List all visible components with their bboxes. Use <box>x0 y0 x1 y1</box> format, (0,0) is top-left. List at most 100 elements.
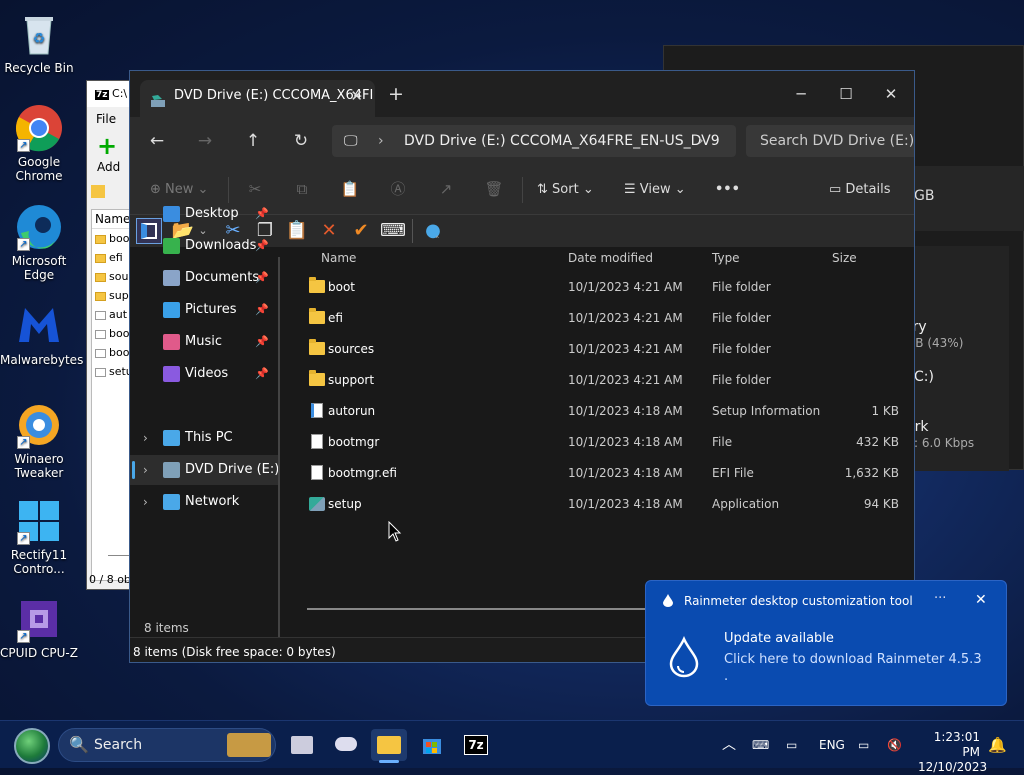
paste-icon[interactable]: 📋 <box>340 179 360 199</box>
back-arrow-icon[interactable]: ← <box>142 127 172 155</box>
7zip-item-label: sou <box>109 270 129 283</box>
volume-muted-icon[interactable]: 🔇 <box>887 721 902 769</box>
maximize-icon[interactable]: ☐ <box>831 79 861 109</box>
file-row[interactable]: support 10/1/2023 4:21 AM File folder <box>290 365 914 396</box>
column-header-size[interactable]: Size <box>832 250 857 266</box>
toast-more-button[interactable]: ··· <box>934 591 946 606</box>
share-icon[interactable]: ↗ <box>436 179 456 199</box>
desktop-icon-edge[interactable]: ↗ Microsoft Edge <box>0 203 78 282</box>
checkmark-icon[interactable]: ✔ <box>348 218 374 244</box>
file-type: Setup Information <box>712 404 821 418</box>
7zip-taskbar-icon[interactable]: 7z <box>458 729 494 761</box>
expand-chevron-icon[interactable]: › <box>143 423 148 453</box>
keyboard-tray-icon[interactable]: ⌨ <box>752 721 769 769</box>
close-window-icon[interactable]: ✕ <box>876 79 906 109</box>
file-date: 10/1/2023 4:21 AM <box>568 311 683 325</box>
close-tab-icon[interactable]: ✕ <box>350 80 363 112</box>
breadcrumb-chevron-icon[interactable]: › <box>698 125 704 157</box>
new-label: New <box>165 182 194 197</box>
column-header-type[interactable]: Type <box>712 250 740 266</box>
toast-body[interactable]: Click here to download Rainmeter 4.5.3 <box>724 652 982 667</box>
pin-icon: 📌 <box>255 271 269 284</box>
notification-bell-icon[interactable]: 🔔 <box>988 721 1007 769</box>
new-tab-icon[interactable]: + <box>388 83 404 105</box>
start-button-icon[interactable] <box>14 728 50 764</box>
explorer-titlebar[interactable]: DVD Drive (E:) CCCOMA_X64FI ✕ + ─ ☐ ✕ <box>130 71 914 117</box>
nav-item-label: Videos <box>185 366 229 381</box>
nav-item-pictures[interactable]: Pictures 📌 <box>130 295 278 325</box>
language-indicator[interactable]: ENG <box>819 721 845 769</box>
status-bar-text: 8 items (Disk free space: 0 bytes) <box>133 645 336 659</box>
nav-item-network[interactable]: › Network <box>130 487 278 517</box>
address-bar[interactable]: 🖵 › DVD Drive (E:) CCCOMA_X64FRE_EN-US_D… <box>332 125 736 157</box>
shortcut-arrow-icon: ↗ <box>17 532 30 545</box>
expand-chevron-icon[interactable]: › <box>143 455 148 485</box>
desktop-icon-cpuz[interactable]: ↗ CPUID CPU-Z <box>0 595 78 660</box>
nav-item-dvd-drive-e-c[interactable]: › DVD Drive (E:) C <box>130 455 278 485</box>
globe-icon[interactable]: ● <box>420 218 446 244</box>
delete-x-icon[interactable]: ✕ <box>316 218 342 244</box>
clipboard-icon[interactable]: 📋 <box>284 218 310 244</box>
horizontal-scrollbar[interactable] <box>307 608 647 610</box>
nav-item-music[interactable]: Music 📌 <box>130 327 278 357</box>
file-row[interactable]: bootmgr 10/1/2023 4:18 AM File 432 KB <box>290 427 914 458</box>
folder-icon <box>309 370 325 386</box>
file-row[interactable]: setup 10/1/2023 4:18 AM Application 94 KB <box>290 489 914 520</box>
column-header-name[interactable]: Name <box>321 250 356 266</box>
nav-item-this-pc[interactable]: › This PC <box>130 423 278 453</box>
details-button[interactable]: ▭ Details <box>829 178 891 202</box>
touch-keyboard-icon[interactable]: ▭ <box>786 721 797 769</box>
more-options-button[interactable]: ••• <box>715 178 740 202</box>
desktop-icon-recycle-bin[interactable]: ♻ Recycle Bin <box>0 10 78 75</box>
sort-button[interactable]: ⇅ Sort ⌄ <box>537 178 594 202</box>
desktop-icon-chrome[interactable]: ↗ Google Chrome <box>0 104 78 183</box>
cut-icon[interactable]: ✂ <box>245 179 265 199</box>
task-view-icon[interactable] <box>284 729 320 761</box>
up-arrow-icon[interactable]: ↑ <box>238 127 268 155</box>
desktop-icon-malwarebytes[interactable]: Malwarebytes <box>0 302 83 367</box>
clock[interactable]: 1:23:01 PM 12/10/2023 <box>918 721 987 774</box>
7zip-title: C:\ <box>112 87 128 100</box>
file-explorer-taskbar-icon[interactable] <box>371 729 407 763</box>
file-row[interactable]: bootmgr.efi 10/1/2023 4:18 AM EFI File 1,63… <box>290 458 914 489</box>
copy-icon[interactable]: ⧉ <box>292 179 312 199</box>
tray-chevron-up-icon[interactable]: ︿ <box>722 721 736 769</box>
rename-icon[interactable]: Ⓐ <box>388 179 408 199</box>
breadcrumb-dvd-drive[interactable]: DVD Drive (E:) CCCOMA_X64FRE_EN-US_DV9 <box>404 125 720 157</box>
keyboard-icon[interactable]: ⌨ <box>380 218 406 244</box>
file-row[interactable]: autorun 10/1/2023 4:18 AM Setup Informatio… <box>290 396 914 427</box>
cpu-z-icon: ↗ <box>15 595 63 643</box>
nav-item-downloads[interactable]: Downloads 📌 <box>130 231 278 261</box>
file-explorer-window[interactable]: DVD Drive (E:) CCCOMA_X64FI ✕ + ─ ☐ ✕ ← … <box>129 70 915 663</box>
delete-icon[interactable]: 🗑 <box>484 179 504 199</box>
widgets-icon[interactable] <box>328 729 364 761</box>
nav-scrollbar[interactable] <box>278 257 280 637</box>
breadcrumb-chevron-icon[interactable]: › <box>378 125 384 157</box>
documents-icon <box>163 270 180 286</box>
forward-arrow-icon[interactable]: → <box>190 127 220 155</box>
column-header-date[interactable]: Date modified <box>568 250 653 266</box>
toast-close-icon[interactable]: ✕ <box>975 592 987 608</box>
nav-item-videos[interactable]: Videos 📌 <box>130 359 278 389</box>
nav-item-desktop[interactable]: Desktop 📌 <box>130 199 278 229</box>
rainmeter-toast[interactable]: Rainmeter desktop customization tool ···… <box>645 580 1007 706</box>
desktop-icon-winaero[interactable]: ↗ Winaero Tweaker <box>0 401 78 480</box>
minimize-icon[interactable]: ─ <box>786 79 816 109</box>
refresh-icon[interactable]: ↻ <box>286 127 316 155</box>
folder-up-icon[interactable] <box>91 185 105 198</box>
nav-item-documents[interactable]: Documents 📌 <box>130 263 278 293</box>
search-input[interactable]: Search DVD Drive (E:) CCC <box>746 125 914 157</box>
view-button[interactable]: ☰ View ⌄ <box>624 178 686 202</box>
add-icon[interactable]: + <box>97 134 119 158</box>
desktop-icon-rectify11[interactable]: ↗ Rectify11 Contro... <box>0 497 78 576</box>
taskbar-search-box[interactable]: 🔍 Search <box>58 728 276 762</box>
file-row[interactable]: boot 10/1/2023 4:21 AM File folder <box>290 272 914 303</box>
expand-chevron-icon[interactable]: › <box>143 487 148 517</box>
7zip-menu-file[interactable]: File <box>96 112 116 126</box>
file-row[interactable]: efi 10/1/2023 4:21 AM File folder <box>290 303 914 334</box>
tab-dvd-drive[interactable]: DVD Drive (E:) CCCOMA_X64FI ✕ <box>140 80 375 117</box>
network-icon[interactable]: ▭ <box>858 721 869 769</box>
nav-item-label: Music <box>185 334 222 349</box>
file-row[interactable]: sources 10/1/2023 4:21 AM File folder <box>290 334 914 365</box>
store-icon[interactable] <box>414 729 450 761</box>
